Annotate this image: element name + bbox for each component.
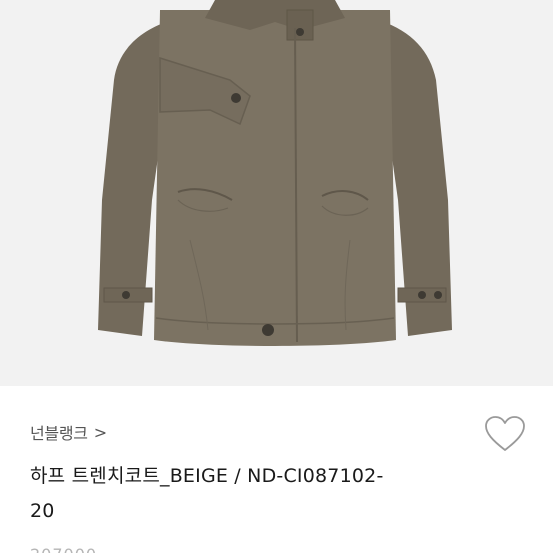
product-image[interactable] xyxy=(0,0,553,386)
trench-jacket-photo xyxy=(0,0,553,386)
heart-outline-icon[interactable] xyxy=(484,415,526,453)
product-title-line-2: 20 xyxy=(30,500,55,522)
product-price: 207000 xyxy=(30,545,97,553)
chevron-right-icon: > xyxy=(93,422,107,442)
product-title: 하프 트렌치코트_BEIGE / ND-CI087102- 20 xyxy=(30,459,500,529)
brand-link[interactable]: 넌블랭크 > xyxy=(30,419,107,445)
product-title-line-1: 하프 트렌치코트_BEIGE / ND-CI087102- xyxy=(30,465,384,487)
brand-name: 넌블랭크 xyxy=(30,424,88,443)
